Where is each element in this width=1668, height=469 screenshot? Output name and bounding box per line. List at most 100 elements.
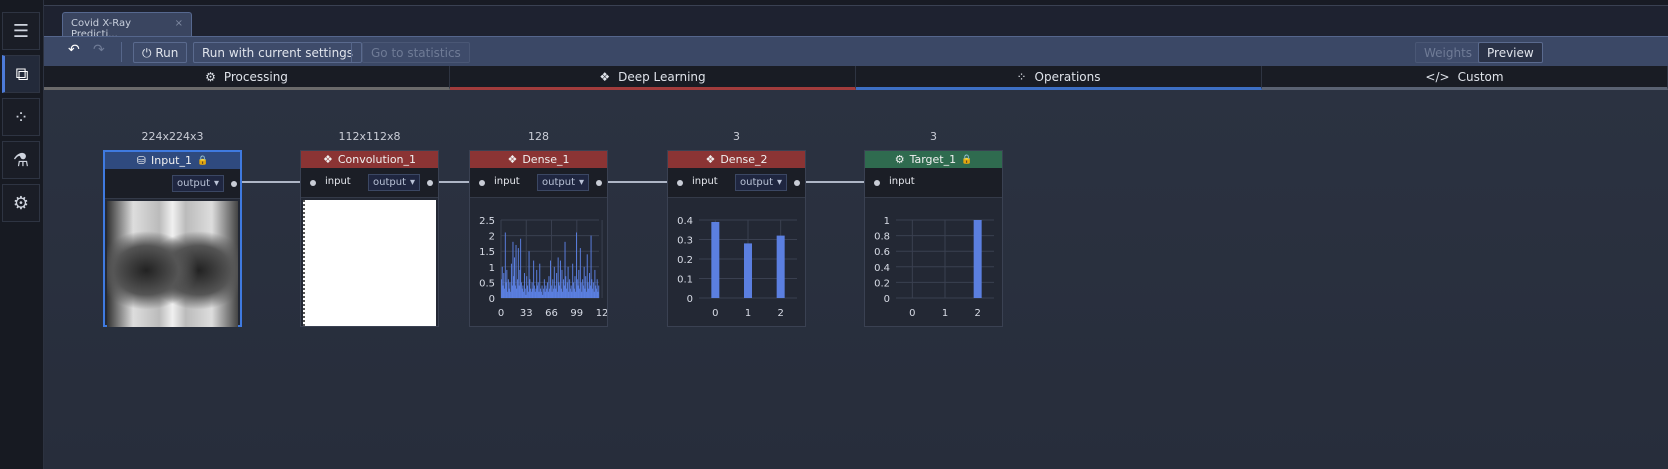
y-tick-label: 2.5 bbox=[479, 216, 495, 227]
input-port[interactable] bbox=[310, 180, 316, 186]
run-with-current-settings-button[interactable]: Run with current settings bbox=[193, 42, 363, 63]
input-port[interactable] bbox=[479, 180, 485, 186]
lock-icon[interactable]: 🔒 bbox=[197, 156, 208, 166]
node-preview: 0.4 0.3 0.2 0.1 0 0 1 2 bbox=[668, 198, 805, 326]
lock-icon[interactable]: 🔒 bbox=[961, 155, 972, 165]
y-tick-label: 0.1 bbox=[677, 275, 693, 286]
node-title: Dense_1 bbox=[522, 153, 570, 166]
node-ports: input bbox=[865, 168, 1002, 198]
run-label: Run bbox=[155, 46, 179, 60]
node-header[interactable]: ⚙ Target_1 🔒 bbox=[865, 151, 1002, 168]
model-list-icon[interactable]: ☰ bbox=[2, 12, 40, 50]
node-header[interactable]: ❖ Dense_2 bbox=[668, 151, 805, 168]
node-preview: 1 0.8 0.6 0.4 0.2 0 0 1 2 bbox=[865, 198, 1002, 326]
feature-map-image bbox=[303, 200, 436, 326]
caret-down-icon: ▾ bbox=[409, 177, 415, 188]
output-dropdown[interactable]: output ▾ bbox=[172, 175, 224, 192]
node-header[interactable]: ❖ Dense_1 bbox=[470, 151, 607, 168]
y-tick-label: 0.6 bbox=[874, 247, 890, 258]
node-ports: input output ▾ bbox=[668, 168, 805, 198]
layer-node-dense_1[interactable]: ❖ Dense_1 input output ▾ 2.5 2 1.5 1 0.5 0 0 33 6… bbox=[469, 150, 608, 327]
redo-icon[interactable]: ↷ bbox=[93, 42, 105, 58]
output-dropdown[interactable]: output ▾ bbox=[537, 174, 589, 191]
model-graph-icon[interactable]: ⧉ bbox=[2, 55, 40, 93]
grid-icon: ⁘ bbox=[1016, 69, 1027, 84]
bar bbox=[598, 285, 600, 298]
tab-custom[interactable]: </> Custom bbox=[1262, 66, 1668, 90]
y-tick-label: 0.5 bbox=[479, 278, 495, 289]
statistics-icon[interactable]: ⁘ bbox=[2, 98, 40, 136]
xray-image bbox=[107, 201, 238, 327]
input-port[interactable] bbox=[677, 180, 683, 186]
y-tick-label: 2 bbox=[489, 232, 495, 243]
layer-node-target_1[interactable]: ⚙ Target_1 🔒 input 1 0.8 0.6 0.4 0.2 0 0 1 2 bbox=[864, 150, 1003, 327]
model-canvas[interactable] bbox=[44, 90, 1668, 469]
output-shape-label: 112x112x8 bbox=[338, 130, 401, 143]
node-header[interactable]: ❖ Convolution_1 bbox=[301, 151, 438, 168]
input-port[interactable] bbox=[874, 180, 880, 186]
document-tab[interactable]: Covid X-Ray Predicti... × bbox=[62, 12, 192, 40]
gear-icon: ⚙ bbox=[205, 69, 216, 84]
tab-processing[interactable]: ⚙ Processing bbox=[44, 66, 450, 90]
node-ports: output ▾ bbox=[105, 169, 240, 199]
tab-operations[interactable]: ⁘ Operations bbox=[856, 66, 1262, 90]
code-icon: </> bbox=[1425, 69, 1450, 84]
x-tick-label: 99 bbox=[570, 308, 583, 319]
document-tab-label: Covid X-Ray Predicti... bbox=[71, 18, 132, 40]
undo-icon[interactable]: ↶ bbox=[68, 42, 80, 58]
output-port[interactable] bbox=[231, 181, 237, 187]
bar bbox=[744, 243, 752, 298]
output-dropdown-value: output bbox=[177, 178, 210, 189]
x-tick-label: 0 bbox=[498, 308, 504, 319]
bar bbox=[776, 235, 785, 298]
layer-node-convolution_1[interactable]: ❖ Convolution_1 input output ▾ bbox=[300, 150, 439, 327]
output-port[interactable] bbox=[596, 180, 602, 186]
input-label: input bbox=[692, 176, 718, 187]
y-tick-label: 0.4 bbox=[677, 216, 693, 227]
close-icon[interactable]: × bbox=[175, 18, 183, 31]
layers-icon: ❖ bbox=[599, 69, 611, 84]
output-shape-label: 3 bbox=[930, 130, 937, 143]
node-preview bbox=[105, 199, 240, 327]
output-shape-label: 128 bbox=[528, 130, 549, 143]
output-dropdown[interactable]: output ▾ bbox=[735, 174, 787, 191]
x-tick-label: 0 bbox=[909, 308, 915, 319]
gear-icon[interactable]: ⚙ bbox=[2, 184, 40, 222]
output-dropdown[interactable]: output ▾ bbox=[368, 174, 420, 191]
y-tick-label: 1 bbox=[489, 263, 495, 274]
bar-chart: 2.5 2 1.5 1 0.5 00 33 66 99 12 bbox=[479, 216, 608, 319]
input-label: input bbox=[494, 176, 520, 187]
sidebar: ☰ ⧉ ⁘ ⚗ ⚙ bbox=[0, 0, 44, 469]
node-ports: input output ▾ bbox=[470, 168, 607, 198]
y-tick-label: 0 bbox=[884, 294, 890, 305]
x-tick-label: 0 bbox=[712, 308, 718, 319]
node-ports: input output ▾ bbox=[301, 168, 438, 198]
output-port[interactable] bbox=[794, 180, 800, 186]
weights-button[interactable]: Weights bbox=[1415, 42, 1482, 63]
node-header[interactable]: ⛁ Input_1 🔒 bbox=[105, 152, 240, 169]
go-to-statistics-button[interactable]: Go to statistics bbox=[362, 42, 470, 63]
output-dropdown-value: output bbox=[542, 177, 575, 188]
target-icon: ⚙ bbox=[894, 153, 905, 166]
node-title: Convolution_1 bbox=[337, 153, 417, 166]
x-tick-label: 33 bbox=[520, 308, 533, 319]
divider bbox=[121, 42, 122, 62]
run-button[interactable]: ⏻ Run bbox=[133, 42, 188, 63]
y-tick-label: 0 bbox=[489, 294, 495, 305]
output-port[interactable] bbox=[427, 180, 433, 186]
preview-button[interactable]: Preview bbox=[1478, 42, 1543, 63]
layer-node-input_1[interactable]: ⛁ Input_1 🔒 output ▾ bbox=[103, 150, 242, 327]
bar bbox=[973, 220, 982, 298]
output-dropdown-value: output bbox=[740, 177, 773, 188]
flask-icon[interactable]: ⚗ bbox=[2, 141, 40, 179]
node-title: Dense_2 bbox=[720, 153, 768, 166]
bar bbox=[711, 221, 720, 298]
x-tick-label: 12 bbox=[596, 308, 607, 319]
bar-chart: 1 0.8 0.6 0.4 0.2 0 0 1 2 bbox=[874, 216, 994, 319]
x-tick-label: 2 bbox=[974, 308, 980, 319]
y-tick-label: 0.4 bbox=[874, 263, 890, 274]
input-label: input bbox=[889, 176, 915, 187]
tab-deep-learning[interactable]: ❖ Deep Learning bbox=[450, 66, 856, 90]
node-title: Input_1 bbox=[151, 154, 192, 167]
layer-node-dense_2[interactable]: ❖ Dense_2 input output ▾ 0.4 0.3 0.2 0.1 0 0 1 2 bbox=[667, 150, 806, 327]
